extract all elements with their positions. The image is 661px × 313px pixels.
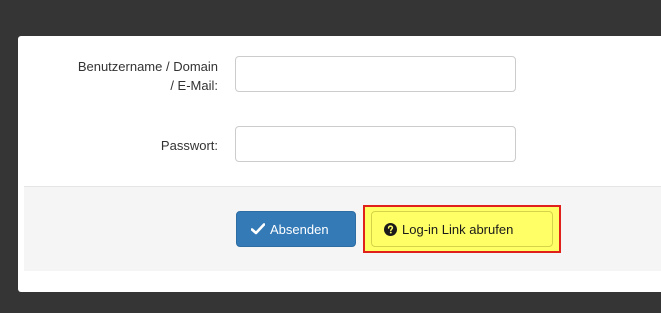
- login-link-highlight: Log-in Link abrufen: [363, 205, 561, 253]
- login-link-button[interactable]: Log-in Link abrufen: [371, 211, 553, 247]
- login-panel: Benutzername / Domain / E-Mail: Passwort…: [18, 36, 661, 292]
- checkmark-icon: [251, 223, 265, 235]
- submit-button-label: Absenden: [270, 221, 329, 237]
- password-label: Passwort:: [160, 138, 218, 153]
- username-row: Benutzername / Domain / E-Mail:: [18, 56, 661, 96]
- username-label-line1: Benutzername / Domain: [77, 59, 218, 74]
- username-label-line2: / E-Mail:: [170, 78, 218, 93]
- username-label: Benutzername / Domain / E-Mail:: [78, 57, 218, 95]
- username-input[interactable]: [235, 56, 516, 92]
- password-row: Passwort:: [18, 126, 661, 166]
- form-footer: Absenden Log-in Link abrufen: [24, 186, 661, 271]
- login-link-label: Log-in Link abrufen: [402, 221, 514, 237]
- password-input[interactable]: [235, 126, 516, 162]
- question-circle-icon: [384, 222, 397, 236]
- submit-button[interactable]: Absenden: [236, 211, 356, 247]
